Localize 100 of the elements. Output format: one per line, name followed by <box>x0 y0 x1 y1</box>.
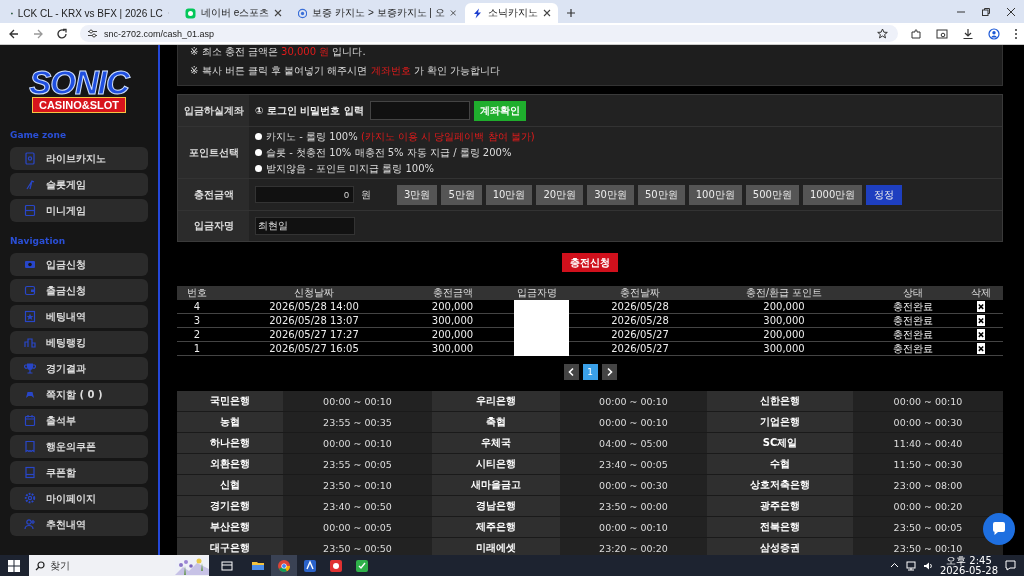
sidebar-item[interactable]: 행운의쿠폰 <box>10 435 148 458</box>
amount-button[interactable]: 100만원 <box>688 184 742 205</box>
table-cell: 4 <box>177 300 217 314</box>
browser-tab[interactable]: 보증 카지노 > 보증카지노 | 오 <box>291 3 464 23</box>
windows-icon[interactable] <box>8 559 20 572</box>
ticket-icon <box>24 440 36 453</box>
sidebar-item[interactable]: 출석부 <box>10 409 148 432</box>
bank-name: 기업은행 <box>707 412 853 433</box>
table-cell: 충전완료 <box>868 314 958 328</box>
name-field[interactable]: 최현일 <box>255 217 355 235</box>
speaker-icon[interactable] <box>922 560 933 571</box>
table-cell: 2026/05/28 14:00 <box>217 300 411 314</box>
amount-button[interactable]: 3만원 <box>397 184 438 205</box>
star-icon[interactable] <box>877 28 888 39</box>
table-cell: 충전완료 <box>868 328 958 342</box>
sidebar-item[interactable]: 마이페이지 <box>10 487 148 510</box>
amount-button[interactable]: 1000만원 <box>802 184 863 205</box>
section-heading: Navigation <box>10 236 67 246</box>
table-cell: 충전완료 <box>868 300 958 314</box>
previous-icon[interactable] <box>563 364 579 380</box>
browser-tab[interactable]: LCK CL - KRX vs BFX | 2026 LC <box>4 3 176 23</box>
bank-name: 전북은행 <box>707 517 853 538</box>
notification-icon[interactable] <box>1005 560 1016 571</box>
browser-tab[interactable]: 네이버 e스포츠 <box>178 3 290 23</box>
table-cell: 23:50 ~ 00:00 <box>560 496 707 517</box>
radio-button[interactable] <box>255 149 262 156</box>
sidebar-item[interactable]: 미니게임 <box>10 199 148 222</box>
app-icon <box>302 557 318 574</box>
table-cell: 23:20 ~ 00:20 <box>560 538 707 555</box>
sidebar-item[interactable]: 쪽지함 ( 0 ) <box>10 383 148 406</box>
amount-field[interactable]: 0 <box>255 186 354 203</box>
back-icon[interactable] <box>8 27 20 40</box>
task-view-icon[interactable] <box>221 559 233 572</box>
table-cell: 11:50 ~ 00:30 <box>853 454 1003 475</box>
table-cell: 2026/05/27 <box>580 328 700 342</box>
delete-icon[interactable] <box>976 343 985 354</box>
trophy-icon <box>24 362 36 375</box>
sidebar-item[interactable]: 입금신청 <box>10 253 148 276</box>
logo-subtitle[interactable]: CASINO&SLOT <box>31 97 127 113</box>
profile-icon[interactable] <box>988 27 1000 40</box>
sidebar-item[interactable]: 출금신청 <box>10 279 148 302</box>
restore-icon[interactable] <box>981 7 991 17</box>
bank-name: 외환은행 <box>177 454 283 475</box>
delete-icon[interactable] <box>976 301 985 312</box>
amount-button[interactable]: 10만원 <box>485 184 533 205</box>
sliders-icon[interactable] <box>87 28 98 39</box>
sidebar-item[interactable]: 슬롯게임 <box>10 173 148 196</box>
table-cell: 2026/05/27 17:27 <box>217 328 411 342</box>
amount-button[interactable]: 500만원 <box>745 184 799 205</box>
bank-name: 신한은행 <box>707 391 853 412</box>
reload-icon[interactable] <box>56 27 68 40</box>
sidebar-item[interactable]: 라이브카지노 <box>10 147 148 170</box>
reset-button[interactable]: 정정 <box>866 184 903 205</box>
chevron-up-icon[interactable] <box>889 561 899 570</box>
table-cell: 2026/05/28 <box>580 314 700 328</box>
amount-button[interactable]: 20만원 <box>536 184 584 205</box>
next-icon[interactable] <box>601 364 617 380</box>
download-icon[interactable] <box>962 27 974 40</box>
network-icon[interactable] <box>905 560 916 571</box>
tab-search-icon[interactable] <box>936 27 948 40</box>
star-icon <box>24 310 36 323</box>
amount-button[interactable]: 50만원 <box>637 184 685 205</box>
table-cell: 1 <box>177 342 217 356</box>
table-cell: 300,000 <box>411 314 494 328</box>
sidebar-item[interactable]: 베팅랭킹 <box>10 331 148 354</box>
chat-button[interactable] <box>983 513 1015 545</box>
delete-icon[interactable] <box>976 329 985 340</box>
forward-icon[interactable] <box>32 27 44 40</box>
clock[interactable]: 오후 2:45 2026-05-28 <box>939 555 998 576</box>
option-label[interactable]: 카지노 - 롤링 100% (카지노 이용 시 당일페이백 참여 불가) <box>266 129 535 144</box>
amount-button[interactable]: 30만원 <box>587 184 634 205</box>
new-tab-icon[interactable] <box>566 8 577 18</box>
radio-button[interactable] <box>255 133 262 140</box>
column-header: 번호 <box>186 286 208 300</box>
column-header: 충전날짜 <box>619 286 661 300</box>
column-header: 충전금액 <box>431 286 474 300</box>
table-cell: 300,000 <box>700 342 868 356</box>
radio-button[interactable] <box>255 165 262 172</box>
gear-icon <box>24 492 36 505</box>
delete-icon[interactable] <box>976 315 985 326</box>
column-header: 입금자명 <box>516 286 558 300</box>
option-label[interactable]: 받지않음 - 포인트 미지급 롤링 100% <box>266 161 435 176</box>
option-label[interactable]: 슬롯 - 첫충전 10% 매충전 5% 자동 지급 / 롤링 200% <box>266 145 512 160</box>
amount-button[interactable]: 5만원 <box>441 184 482 205</box>
search-field[interactable]: 찾기 <box>29 555 209 576</box>
puzzle-icon[interactable] <box>910 27 922 40</box>
table-cell: 00:00 ~ 00:10 <box>853 391 1003 412</box>
browser-tab[interactable]: 소닉카지노 <box>465 3 559 23</box>
table-cell: 00:00 ~ 00:05 <box>283 517 432 538</box>
address-bar[interactable]: snc-2702.com/cash_01.asp <box>80 25 898 42</box>
sidebar-item[interactable]: 경기결과 <box>10 357 148 380</box>
sidebar-item[interactable]: 쿠폰함 <box>10 461 148 484</box>
tablet-icon <box>24 204 36 217</box>
submit-button[interactable]: 충전신청 <box>562 253 618 272</box>
more-icon[interactable] <box>1014 27 1018 40</box>
table-cell: 2026/05/27 16:05 <box>217 342 411 356</box>
sidebar-item[interactable]: 베팅내역 <box>10 305 148 328</box>
sidebar-item[interactable]: 추천내역 <box>10 513 148 536</box>
password-field[interactable] <box>369 101 470 120</box>
table-cell: 23:55 ~ 00:05 <box>283 454 432 475</box>
